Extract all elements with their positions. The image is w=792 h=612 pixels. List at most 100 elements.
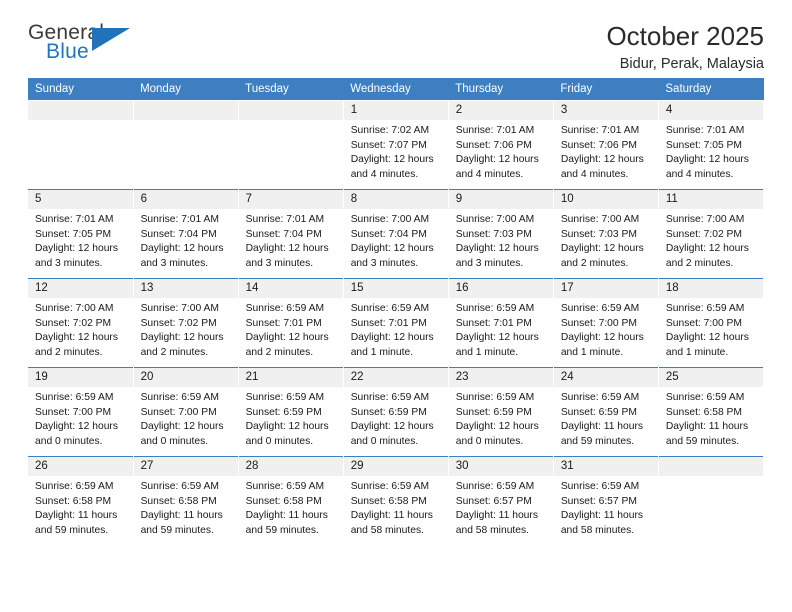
calendar-day-cell[interactable]: 13 Sunrise: 7:00 AM Sunset: 7:02 PM Dayligh… [133, 278, 239, 368]
daylight-duration-line2: and 0 minutes. [245, 436, 314, 448]
day-details: Sunrise: 6:59 AM Sunset: 7:00 PM Daylight:… [134, 387, 238, 450]
calendar-day-cell[interactable]: 28 Sunrise: 6:59 AM Sunset: 6:58 PM Dayligh… [238, 456, 344, 546]
calendar-day-cell[interactable]: 10 Sunrise: 7:00 AM Sunset: 7:03 PM Dayligh… [553, 189, 659, 279]
daylight-duration-line1: Daylight: 12 hours [140, 243, 224, 255]
calendar-week-row: 26 Sunrise: 6:59 AM Sunset: 6:58 PM Dayligh… [28, 456, 765, 546]
sunrise-time: Sunrise: 7:00 AM [350, 214, 430, 225]
day-details: Sunrise: 6:59 AM Sunset: 7:00 PM Daylight:… [28, 387, 133, 450]
sunrise-time: Sunrise: 6:59 AM [35, 481, 114, 492]
day-number: 15 [343, 279, 448, 298]
calendar-day-cell[interactable]: 26 Sunrise: 6:59 AM Sunset: 6:58 PM Dayligh… [28, 456, 134, 546]
sunset-time: Sunset: 7:05 PM [665, 139, 743, 151]
weekday-header-saturday: Saturday [658, 78, 764, 101]
daylight-duration-line1: Daylight: 11 hours [560, 510, 644, 522]
calendar-day-cell[interactable]: 31 Sunrise: 6:59 AM Sunset: 6:57 PM Dayligh… [553, 456, 659, 546]
calendar-day-cell-empty [658, 456, 765, 546]
day-details: Sunrise: 7:00 AM Sunset: 7:02 PM Daylight:… [659, 209, 763, 272]
day-number: 11 [658, 190, 763, 209]
day-details: Sunrise: 7:02 AM Sunset: 7:07 PM Daylight:… [344, 120, 448, 183]
day-number: 6 [133, 190, 238, 209]
day-number [28, 101, 133, 120]
calendar-day-cell[interactable]: 21 Sunrise: 6:59 AM Sunset: 6:59 PM Dayligh… [238, 367, 344, 457]
sunrise-time: Sunrise: 7:01 AM [245, 214, 325, 225]
calendar-day-cell[interactable]: 3 Sunrise: 7:01 AM Sunset: 7:06 PM Daylight… [553, 100, 659, 190]
daylight-duration-line2: and 2 minutes. [560, 258, 629, 270]
calendar-day-cell[interactable]: 25 Sunrise: 6:59 AM Sunset: 6:58 PM Dayligh… [658, 367, 765, 457]
day-details: Sunrise: 6:59 AM Sunset: 6:58 PM Daylight:… [239, 476, 343, 539]
sunrise-time: Sunrise: 6:59 AM [560, 392, 640, 403]
sunrise-time: Sunrise: 6:59 AM [245, 392, 325, 403]
calendar-day-cell-empty [28, 100, 134, 190]
sunset-time: Sunset: 7:02 PM [665, 228, 743, 240]
weekday-header-sunday: Sunday [28, 78, 134, 101]
calendar-day-cell[interactable]: 22 Sunrise: 6:59 AM Sunset: 6:59 PM Dayligh… [343, 367, 449, 457]
day-details: Sunrise: 7:00 AM Sunset: 7:02 PM Daylight:… [134, 298, 238, 361]
daylight-duration-line2: and 1 minute. [665, 347, 729, 359]
calendar-day-cell[interactable]: 11 Sunrise: 7:00 AM Sunset: 7:02 PM Dayligh… [658, 189, 765, 279]
calendar-day-cell[interactable]: 19 Sunrise: 6:59 AM Sunset: 7:00 PM Dayligh… [28, 367, 134, 457]
calendar-day-cell[interactable]: 27 Sunrise: 6:59 AM Sunset: 6:58 PM Dayligh… [133, 456, 239, 546]
daylight-duration-line2: and 2 minutes. [245, 347, 314, 359]
day-number: 14 [238, 279, 343, 298]
sunset-time: Sunset: 7:07 PM [350, 139, 427, 151]
calendar-day-cell[interactable]: 7 Sunrise: 7:01 AM Sunset: 7:04 PM Daylight… [238, 189, 344, 279]
day-number: 5 [28, 190, 133, 209]
sunrise-time: Sunrise: 7:00 AM [560, 214, 640, 225]
sunrise-time: Sunrise: 6:59 AM [245, 303, 325, 314]
day-number: 2 [448, 101, 553, 120]
calendar-day-cell[interactable]: 20 Sunrise: 6:59 AM Sunset: 7:00 PM Dayligh… [133, 367, 239, 457]
day-details: Sunrise: 6:59 AM Sunset: 7:00 PM Daylight:… [554, 298, 658, 361]
sunrise-time: Sunrise: 6:59 AM [245, 481, 325, 492]
calendar-day-cell[interactable]: 5 Sunrise: 7:01 AM Sunset: 7:05 PM Daylight… [28, 189, 134, 279]
day-number: 31 [553, 457, 658, 476]
calendar-day-cell[interactable]: 9 Sunrise: 7:00 AM Sunset: 7:03 PM Daylight… [448, 189, 554, 279]
calendar-day-cell[interactable]: 8 Sunrise: 7:00 AM Sunset: 7:04 PM Daylight… [343, 189, 449, 279]
calendar-day-cell[interactable]: 18 Sunrise: 6:59 AM Sunset: 7:00 PM Dayligh… [658, 278, 765, 368]
calendar-week-row: 19 Sunrise: 6:59 AM Sunset: 7:00 PM Dayligh… [28, 367, 765, 457]
sunrise-time: Sunrise: 7:00 AM [665, 214, 745, 225]
sunset-time: Sunset: 7:02 PM [140, 317, 217, 329]
calendar-day-cell[interactable]: 16 Sunrise: 6:59 AM Sunset: 7:01 PM Dayligh… [448, 278, 554, 368]
sunset-time: Sunset: 6:57 PM [560, 495, 637, 507]
daylight-duration-line1: Daylight: 12 hours [665, 332, 749, 344]
weekday-header-monday: Monday [133, 78, 239, 101]
general-blue-logo[interactable]: General Blue [28, 22, 140, 68]
calendar-day-cell[interactable]: 23 Sunrise: 6:59 AM Sunset: 6:59 PM Dayligh… [448, 367, 554, 457]
sunrise-time: Sunrise: 7:00 AM [140, 303, 219, 314]
day-number: 4 [658, 101, 763, 120]
daylight-duration-line2: and 4 minutes. [560, 169, 629, 181]
daylight-duration-line1: Daylight: 12 hours [350, 243, 434, 255]
calendar-day-cell[interactable]: 30 Sunrise: 6:59 AM Sunset: 6:57 PM Dayligh… [448, 456, 554, 546]
daylight-duration-line2: and 4 minutes. [455, 169, 524, 181]
location-subtitle: Bidur, Perak, Malaysia [619, 56, 764, 73]
daylight-duration-line2: and 1 minute. [350, 347, 414, 359]
daylight-duration-line1: Daylight: 11 hours [560, 421, 644, 433]
sunset-time: Sunset: 7:06 PM [455, 139, 532, 151]
sunset-time: Sunset: 7:04 PM [350, 228, 427, 240]
calendar-day-cell[interactable]: 24 Sunrise: 6:59 AM Sunset: 6:59 PM Dayligh… [553, 367, 659, 457]
calendar-day-cell[interactable]: 17 Sunrise: 6:59 AM Sunset: 7:00 PM Dayligh… [553, 278, 659, 368]
calendar-day-cell[interactable]: 15 Sunrise: 6:59 AM Sunset: 7:01 PM Dayligh… [343, 278, 449, 368]
daylight-duration-line1: Daylight: 11 hours [140, 510, 223, 522]
calendar-day-cell[interactable]: 12 Sunrise: 7:00 AM Sunset: 7:02 PM Dayligh… [28, 278, 134, 368]
day-number: 30 [448, 457, 553, 476]
sunrise-time: Sunrise: 6:59 AM [350, 303, 430, 314]
day-number: 13 [133, 279, 238, 298]
calendar-day-cell[interactable]: 29 Sunrise: 6:59 AM Sunset: 6:58 PM Dayligh… [343, 456, 449, 546]
calendar-day-cell[interactable]: 2 Sunrise: 7:01 AM Sunset: 7:06 PM Daylight… [448, 100, 554, 190]
calendar-day-cell[interactable]: 14 Sunrise: 6:59 AM Sunset: 7:01 PM Dayligh… [238, 278, 344, 368]
daylight-duration-line2: and 58 minutes. [350, 525, 424, 537]
daylight-duration-line1: Daylight: 12 hours [350, 421, 434, 433]
sunrise-time: Sunrise: 7:01 AM [560, 125, 640, 136]
calendar-day-cell[interactable]: 6 Sunrise: 7:01 AM Sunset: 7:04 PM Daylight… [133, 189, 239, 279]
sunrise-time: Sunrise: 6:59 AM [455, 481, 535, 492]
daylight-duration-line1: Daylight: 11 hours [455, 510, 538, 522]
sunset-time: Sunset: 7:05 PM [35, 228, 112, 240]
calendar-day-cell[interactable]: 4 Sunrise: 7:01 AM Sunset: 7:05 PM Daylight… [658, 100, 765, 190]
calendar-day-cell[interactable]: 1 Sunrise: 7:02 AM Sunset: 7:07 PM Daylight… [343, 100, 449, 190]
daylight-duration-line2: and 59 minutes. [560, 436, 635, 448]
daylight-duration-line2: and 2 minutes. [140, 347, 209, 359]
day-number: 25 [658, 368, 763, 387]
day-number: 7 [238, 190, 343, 209]
daylight-duration-line2: and 58 minutes. [455, 525, 530, 537]
